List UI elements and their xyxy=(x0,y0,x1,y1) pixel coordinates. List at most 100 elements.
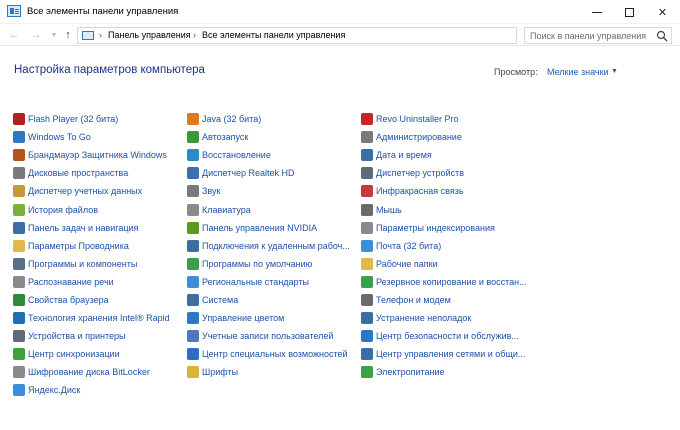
control-panel-item[interactable]: Дисковые пространства xyxy=(13,164,170,182)
control-panel-item-label: Панель задач и навигация xyxy=(28,222,139,233)
control-panel-item[interactable]: Резервное копирование и восстан... xyxy=(361,273,527,291)
search-icon[interactable] xyxy=(656,30,668,42)
ease-of-access-icon xyxy=(187,348,199,361)
control-panel-item-label: Центр специальных возможностей xyxy=(202,349,348,360)
control-panel-icon xyxy=(82,31,94,40)
remote-desktop-icon xyxy=(187,239,199,252)
title-bar: Все элементы панели управления ✕ xyxy=(0,0,680,24)
control-panel-item-label: Администрирование xyxy=(376,132,462,143)
control-panel-item[interactable]: Яндекс.Диск xyxy=(13,381,170,399)
close-button[interactable]: ✕ xyxy=(646,0,679,24)
control-panel-item-label: Диспетчер устройств xyxy=(376,168,464,179)
control-panel-item[interactable]: Управление цветом xyxy=(187,309,350,327)
control-panel-item[interactable]: Брандмауэр Защитника Windows xyxy=(13,146,170,164)
credential-manager-icon xyxy=(13,185,25,198)
sound-icon xyxy=(187,185,199,198)
windows-to-go-icon xyxy=(13,131,25,144)
forward-button[interactable]: → xyxy=(28,27,44,43)
control-panel-item[interactable]: Параметры Проводника xyxy=(13,237,170,255)
revo-uninstaller-icon xyxy=(361,113,373,126)
control-panel-item[interactable]: Автозапуск xyxy=(187,128,350,146)
control-panel-item[interactable]: Устройства и принтеры xyxy=(13,327,170,345)
control-panel-item[interactable]: Подключения к удаленным рабоч... xyxy=(187,237,350,255)
control-panel-item-label: Дисковые пространства xyxy=(28,168,129,179)
control-panel-item[interactable]: Рабочие папки xyxy=(361,255,527,273)
control-panel-item-label: Восстановление xyxy=(202,150,271,161)
control-panel-item[interactable]: Windows To Go xyxy=(13,128,170,146)
control-panel-item-label: Свойства браузера xyxy=(28,294,109,305)
breadcrumb-control-panel[interactable]: Панель управления xyxy=(108,30,191,40)
control-panel-item[interactable]: Телефон и модем xyxy=(361,291,527,309)
view-mode-dropdown[interactable]: Мелкие значки xyxy=(547,67,609,77)
control-panel-item[interactable]: Шифрование диска BitLocker xyxy=(13,363,170,381)
realtek-icon xyxy=(187,167,199,180)
minimize-button[interactable] xyxy=(580,0,613,24)
date-time-icon xyxy=(361,149,373,162)
control-panel-item[interactable]: Звук xyxy=(187,182,350,200)
control-panel-item[interactable]: Панель задач и навигация xyxy=(13,219,170,237)
back-button[interactable]: ← xyxy=(6,27,22,43)
control-panel-item[interactable]: Шрифты xyxy=(187,363,350,381)
control-panel-item-label: Брандмауэр Защитника Windows xyxy=(28,150,167,161)
control-panel-item[interactable]: Flash Player (32 бита) xyxy=(13,110,170,128)
control-panel-item[interactable]: Диспетчер Realtek HD xyxy=(187,164,350,182)
firewall-icon xyxy=(13,149,25,162)
control-panel-item-label: Шифрование диска BitLocker xyxy=(28,367,150,378)
arrow-left-icon: ← xyxy=(8,29,20,41)
control-panel-item[interactable]: Распознавание речи xyxy=(13,273,170,291)
control-panel-item[interactable]: Программы и компоненты xyxy=(13,255,170,273)
control-panel-item[interactable]: Региональные стандарты xyxy=(187,273,350,291)
control-panel-item[interactable]: Центр синхронизации xyxy=(13,345,170,363)
close-icon: ✕ xyxy=(657,6,668,19)
control-panel-item[interactable]: Центр безопасности и обслужив... xyxy=(361,327,527,345)
maximize-button[interactable] xyxy=(613,0,646,24)
storage-spaces-icon xyxy=(13,167,25,180)
caret-down-icon[interactable]: ▼ xyxy=(611,68,618,75)
control-panel-item[interactable]: Электропитание xyxy=(361,363,527,381)
explorer-options-icon xyxy=(13,239,25,252)
backup-icon xyxy=(361,275,373,288)
control-panel-item[interactable]: Восстановление xyxy=(187,146,350,164)
control-panel-item[interactable]: Диспетчер учетных данных xyxy=(13,182,170,200)
control-panel-item[interactable]: Диспетчер устройств xyxy=(361,164,527,182)
control-panel-item[interactable]: Программы по умолчанию xyxy=(187,255,350,273)
control-panel-item[interactable]: Java (32 бита) xyxy=(187,110,350,128)
search-input[interactable] xyxy=(524,27,672,44)
mail-icon xyxy=(361,239,373,252)
maximize-icon xyxy=(625,7,634,17)
control-panel-item[interactable]: Устранение неполадок xyxy=(361,309,527,327)
control-panel-item[interactable]: Свойства браузера xyxy=(13,291,170,309)
control-panel-item[interactable]: Учетные записи пользователей xyxy=(187,327,350,345)
control-panel-item[interactable]: Почта (32 бита) xyxy=(361,237,527,255)
control-panel-item-label: Центр синхронизации xyxy=(28,349,120,360)
breadcrumb-all-items[interactable]: Все элементы панели управления xyxy=(202,30,345,40)
troubleshooting-icon xyxy=(361,312,373,325)
control-panel-item[interactable]: Администрирование xyxy=(361,128,527,146)
control-panel-item[interactable]: Панель управления NVIDIA xyxy=(187,219,350,237)
up-button[interactable]: ↑ xyxy=(60,27,76,43)
control-panel-item[interactable]: Клавиатура xyxy=(187,200,350,218)
network-center-icon xyxy=(361,348,373,361)
address-bar[interactable]: › Панель управления › Все элементы панел… xyxy=(77,27,591,44)
control-panel-icon xyxy=(7,5,21,17)
flash-icon xyxy=(13,113,25,126)
items-column-2: Java (32 бита) Автозапуск Восстановление Ди… xyxy=(187,110,350,381)
control-panel-item-label: Параметры Проводника xyxy=(28,240,129,251)
control-panel-item[interactable]: Инфракрасная связь xyxy=(361,182,527,200)
control-panel-item[interactable]: Технология хранения Intel® Rapid xyxy=(13,309,170,327)
control-panel-item[interactable]: Мышь xyxy=(361,200,527,218)
control-panel-item-label: Flash Player (32 бита) xyxy=(28,114,119,125)
control-panel-item[interactable]: Дата и время xyxy=(361,146,527,164)
view-label: Просмотр: xyxy=(494,67,538,77)
sync-center-icon xyxy=(13,348,25,361)
control-panel-item-label: Звук xyxy=(202,186,221,197)
control-panel-item[interactable]: История файлов xyxy=(13,200,170,218)
control-panel-item-label: История файлов xyxy=(28,204,98,215)
microphone-icon xyxy=(13,275,25,288)
control-panel-item[interactable]: Revo Uninstaller Pro xyxy=(361,110,527,128)
control-panel-item[interactable]: Центр управления сетями и общи... xyxy=(361,345,527,363)
control-panel-item[interactable]: Система xyxy=(187,291,350,309)
control-panel-item[interactable]: Центр специальных возможностей xyxy=(187,345,350,363)
control-panel-item-label: Windows To Go xyxy=(28,132,91,143)
control-panel-item[interactable]: Параметры индексирования xyxy=(361,219,527,237)
